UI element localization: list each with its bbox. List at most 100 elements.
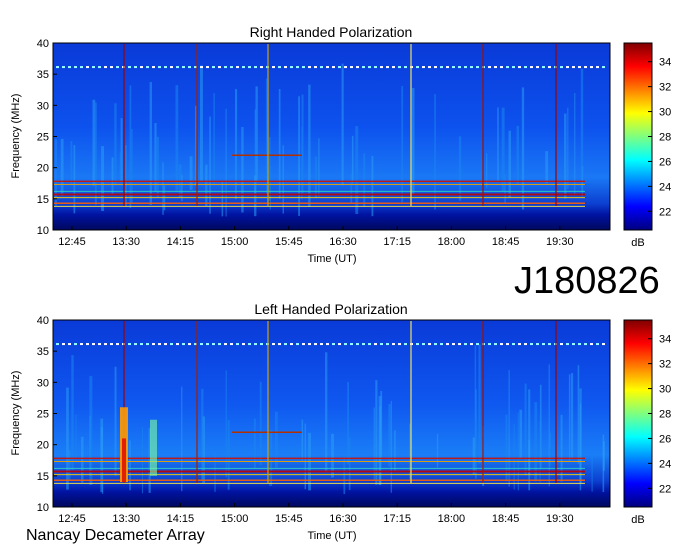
colorbar-tick-label: 24 <box>659 181 671 193</box>
dotted-band <box>494 66 497 69</box>
dotted-band <box>536 66 539 69</box>
y-tick-label: 10 <box>37 225 49 237</box>
dotted-band <box>362 66 365 69</box>
dotted-band <box>506 66 509 69</box>
x-tick-label: 15:45 <box>275 513 303 525</box>
dotted-band <box>596 66 599 69</box>
dotted-band <box>578 343 581 346</box>
dotted-band <box>320 343 323 346</box>
x-tick-label: 14:15 <box>167 236 195 248</box>
dotted-band <box>200 343 203 346</box>
dotted-band <box>182 343 185 346</box>
x-tick-label: 18:45 <box>492 236 520 248</box>
dotted-band <box>80 66 83 69</box>
right-colorbar-label: dB <box>631 237 644 249</box>
y-tick-label: 40 <box>37 38 49 50</box>
dotted-band <box>188 66 191 69</box>
dotted-band <box>422 343 425 346</box>
dotted-band <box>188 343 191 346</box>
x-tick-label: 18:00 <box>438 513 466 525</box>
dotted-band <box>332 66 335 69</box>
dotted-band <box>290 343 293 346</box>
right-spectrogram-background <box>53 43 610 230</box>
dotted-band <box>134 66 137 69</box>
colorbar-tick-label: 32 <box>659 359 671 371</box>
dotted-band <box>524 343 527 346</box>
dotted-band <box>500 66 503 69</box>
dotted-band <box>572 66 575 69</box>
dotted-band <box>308 343 311 346</box>
x-tick-label: 17:15 <box>383 236 411 248</box>
dotted-band <box>128 66 131 69</box>
dotted-band <box>236 343 239 346</box>
dotted-band <box>248 66 251 69</box>
y-tick-label: 15 <box>37 471 49 483</box>
dotted-band <box>470 343 473 346</box>
dotted-band <box>86 343 89 346</box>
dotted-band <box>392 343 395 346</box>
colorbar-tick-label: 32 <box>659 82 671 94</box>
dotted-band <box>590 66 593 69</box>
dotted-band <box>170 343 173 346</box>
dotted-band <box>566 343 569 346</box>
dotted-band <box>200 66 203 69</box>
dotted-band <box>368 343 371 346</box>
x-tick-label: 17:15 <box>383 513 411 525</box>
dotted-band <box>512 66 515 69</box>
colorbar-tick-label: 28 <box>659 409 671 421</box>
dotted-band <box>110 66 113 69</box>
dotted-band <box>278 343 281 346</box>
dotted-band <box>80 343 83 346</box>
left-colorbar <box>623 319 653 508</box>
y-tick-label: 20 <box>37 440 49 452</box>
dotted-band <box>356 343 359 346</box>
dotted-band <box>164 66 167 69</box>
dotted-band <box>278 66 281 69</box>
dotted-band <box>146 343 149 346</box>
dotted-band <box>404 343 407 346</box>
y-tick-label: 20 <box>37 163 49 175</box>
dotted-band <box>128 343 131 346</box>
x-tick-label: 15:45 <box>275 236 303 248</box>
dotted-band <box>242 343 245 346</box>
dotted-band <box>146 66 149 69</box>
y-tick-label: 30 <box>37 377 49 389</box>
dotted-band <box>164 343 167 346</box>
dotted-band <box>446 66 449 69</box>
x-tick-label: 16:30 <box>329 236 357 248</box>
dotted-band <box>428 66 431 69</box>
dotted-band <box>134 343 137 346</box>
dotted-band <box>566 66 569 69</box>
colorbar-tick-label: 24 <box>659 458 671 470</box>
dotted-band <box>158 343 161 346</box>
dotted-band <box>320 66 323 69</box>
dotted-band <box>104 66 107 69</box>
instrument-name: Nancay Decameter Array <box>26 527 205 544</box>
dotted-band <box>236 66 239 69</box>
dotted-band <box>596 343 599 346</box>
dotted-band <box>98 66 101 69</box>
dotted-band <box>380 66 383 69</box>
dotted-band <box>158 66 161 69</box>
dotted-band <box>338 343 341 346</box>
colorbar-tick-label: 34 <box>659 334 671 346</box>
dotted-band <box>434 343 437 346</box>
dotted-band <box>182 66 185 69</box>
dotted-band <box>254 66 257 69</box>
y-tick-label: 30 <box>37 100 49 112</box>
dotted-band <box>386 343 389 346</box>
x-tick-label: 19:30 <box>546 236 574 248</box>
right-x-axis-label: Time (UT) <box>307 253 356 265</box>
left-colorbar-label: dB <box>631 514 644 526</box>
dotted-band <box>560 66 563 69</box>
x-tick-label: 16:30 <box>329 513 357 525</box>
dotted-band <box>422 66 425 69</box>
dotted-band <box>584 343 587 346</box>
dotted-band <box>350 66 353 69</box>
dotted-band <box>416 343 419 346</box>
dotted-band <box>152 66 155 69</box>
dotted-band <box>380 343 383 346</box>
colorbar-tick-label: 30 <box>659 384 671 396</box>
dotted-band <box>356 66 359 69</box>
dotted-band <box>314 343 317 346</box>
